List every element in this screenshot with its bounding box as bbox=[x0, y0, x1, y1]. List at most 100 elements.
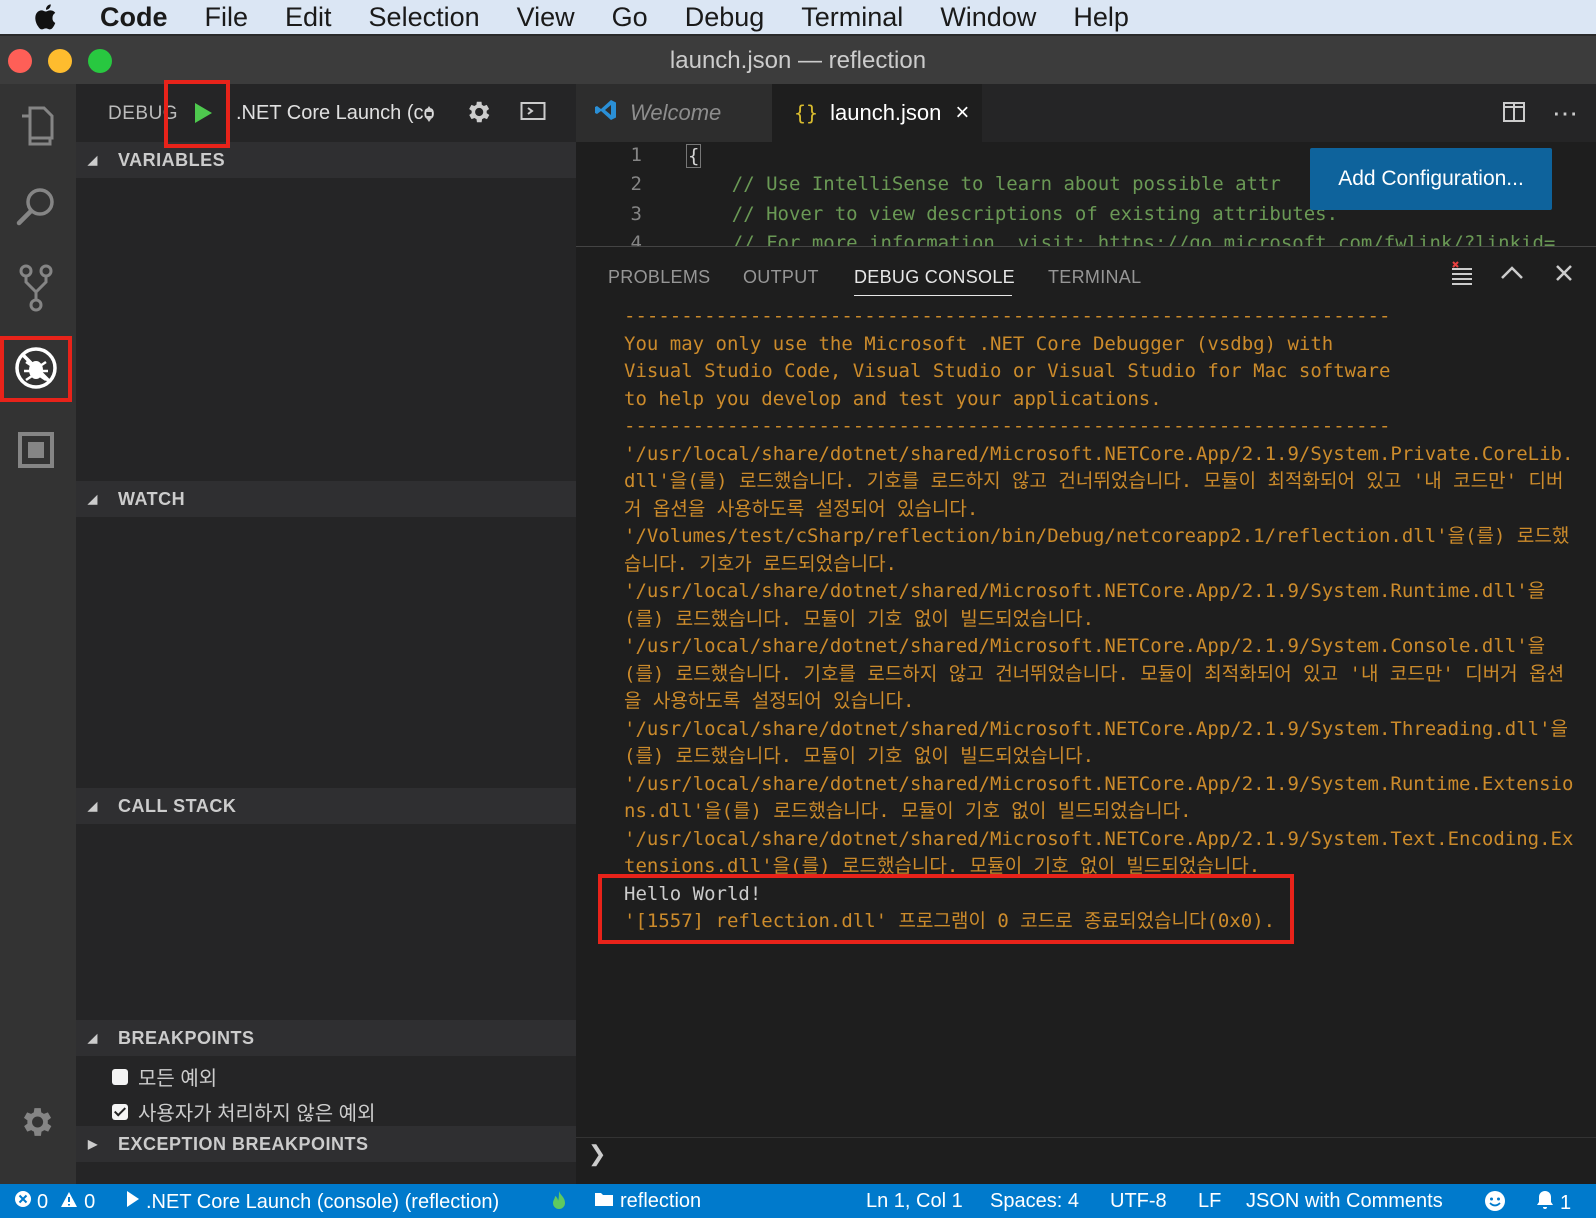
launch-config-label: .NET Core Launch (console) (reflection) bbox=[146, 1190, 500, 1213]
extensions-icon[interactable] bbox=[0, 418, 72, 482]
language-mode-status[interactable]: JSON with Comments bbox=[1246, 1190, 1443, 1213]
breakpoints-title: BREAKPOINTS bbox=[118, 1027, 255, 1048]
add-configuration-button[interactable]: Add Configuration... bbox=[1310, 148, 1552, 210]
debug-console-output[interactable]: ----------------------------------------… bbox=[624, 303, 1574, 936]
explorer-icon[interactable] bbox=[0, 94, 72, 158]
call-stack-title: CALL STACK bbox=[118, 795, 237, 816]
menu-help[interactable]: Help bbox=[1073, 2, 1129, 33]
breakpoint-all-exceptions[interactable]: 모든 예외 bbox=[112, 1062, 217, 1091]
folder-icon bbox=[594, 1190, 614, 1213]
problems-status[interactable]: 0 0 bbox=[14, 1190, 95, 1214]
more-actions-icon[interactable]: ⋯ bbox=[1552, 98, 1579, 129]
panel-tab-output[interactable]: OUTPUT bbox=[743, 267, 819, 288]
console-line: ----------------------------------------… bbox=[624, 415, 1391, 437]
flame-icon[interactable] bbox=[550, 1190, 568, 1212]
menu-go[interactable]: Go bbox=[612, 2, 648, 33]
folder-status[interactable]: reflection bbox=[594, 1190, 701, 1213]
breakpoint-uncaught-exceptions[interactable]: 사용자가 처리하지 않은 예외 bbox=[112, 1097, 375, 1126]
expanded-triangle-icon: ◢ bbox=[88, 1031, 98, 1045]
debug-toolbar: DEBUG .NET Core Launch (co bbox=[76, 84, 576, 142]
window-title: launch.json — reflection bbox=[669, 47, 927, 74]
panel-tab-problems[interactable]: PROBLEMS bbox=[608, 267, 710, 288]
error-count: 0 bbox=[37, 1190, 49, 1213]
source-control-icon[interactable] bbox=[0, 256, 72, 320]
bell-icon bbox=[1536, 1190, 1554, 1216]
activity-bar bbox=[0, 84, 76, 1184]
tab-label: Welcome bbox=[630, 100, 722, 125]
open-launch-json-button[interactable] bbox=[464, 98, 492, 131]
watch-section-header[interactable]: ◢ WATCH bbox=[76, 481, 576, 517]
warning-count: 0 bbox=[84, 1190, 96, 1213]
feedback-smiley-icon[interactable] bbox=[1484, 1190, 1506, 1212]
debug-icon[interactable] bbox=[0, 336, 72, 400]
encoding-status[interactable]: UTF-8 bbox=[1110, 1190, 1167, 1213]
menu-debug[interactable]: Debug bbox=[685, 2, 765, 33]
line-number: 2 bbox=[630, 173, 642, 195]
code-line: { bbox=[686, 144, 702, 168]
line-number: 4 bbox=[630, 232, 642, 246]
error-icon bbox=[14, 1190, 32, 1214]
tab-label: launch.json bbox=[830, 100, 942, 125]
tab-launch-json[interactable]: {} launch.json × bbox=[772, 84, 982, 142]
close-tab-icon[interactable]: × bbox=[955, 99, 969, 127]
menu-selection[interactable]: Selection bbox=[369, 2, 480, 33]
eol-status[interactable]: LF bbox=[1198, 1190, 1221, 1213]
manage-gear-icon[interactable] bbox=[0, 1090, 72, 1154]
line-number: 1 bbox=[630, 144, 642, 166]
launch-config-status[interactable]: .NET Core Launch (console) (reflection) bbox=[126, 1190, 499, 1214]
expanded-triangle-icon: ◢ bbox=[88, 799, 98, 813]
exception-breakpoints-section-header[interactable]: ▶ EXCEPTION BREAKPOINTS bbox=[76, 1126, 576, 1162]
clear-console-icon[interactable] bbox=[1450, 261, 1474, 292]
console-line: ----------------------------------------… bbox=[624, 305, 1391, 327]
tab-welcome[interactable]: Welcome bbox=[576, 84, 772, 142]
debug-sidebar: DEBUG .NET Core Launch (co ◢ VARIABLES ◢… bbox=[76, 84, 576, 1184]
indentation-status[interactable]: Spaces: 4 bbox=[990, 1190, 1079, 1213]
menu-view[interactable]: View bbox=[517, 2, 575, 33]
notification-count: 1 bbox=[1560, 1191, 1572, 1214]
code-line: // For more information, visit: https://… bbox=[686, 232, 1556, 246]
console-input-separator bbox=[576, 1137, 1596, 1138]
apple-icon[interactable] bbox=[30, 2, 78, 32]
console-line-hello-world: Hello World! bbox=[624, 882, 762, 905]
console-line: Visual Studio Code, Visual Studio or Vis… bbox=[624, 360, 1391, 382]
checkbox[interactable] bbox=[112, 1068, 128, 1085]
menu-edit[interactable]: Edit bbox=[285, 2, 332, 33]
close-panel-icon[interactable] bbox=[1554, 263, 1574, 288]
bottom-panel: PROBLEMS OUTPUT DEBUG CONSOLE TERMINAL -… bbox=[576, 246, 1596, 1184]
variables-section-header[interactable]: ◢ VARIABLES bbox=[76, 142, 576, 178]
collapsed-triangle-icon: ▶ bbox=[88, 1137, 98, 1151]
console-line: '/Volumes/test/cSharp/reflection/bin/Deb… bbox=[624, 525, 1570, 575]
search-icon[interactable] bbox=[0, 174, 72, 238]
folder-label: reflection bbox=[620, 1190, 702, 1212]
menu-terminal[interactable]: Terminal bbox=[801, 2, 903, 33]
console-line: '/usr/local/share/dotnet/shared/Microsof… bbox=[624, 772, 1574, 823]
mac-menu-bar: Code File Edit Selection View Go Debug T… bbox=[0, 0, 1596, 34]
debug-label: DEBUG bbox=[108, 103, 179, 124]
expanded-triangle-icon: ◢ bbox=[88, 492, 98, 506]
call-stack-section-header[interactable]: ◢ CALL STACK bbox=[76, 788, 576, 824]
code-line: // Hover to view descriptions of existin… bbox=[686, 203, 1339, 225]
notifications-status[interactable]: 1 bbox=[1536, 1190, 1571, 1216]
warning-icon bbox=[60, 1191, 78, 1214]
debug-console-toggle-icon[interactable] bbox=[520, 100, 546, 127]
maximize-panel-icon[interactable] bbox=[1500, 263, 1524, 288]
menu-app-code[interactable]: Code bbox=[100, 2, 168, 33]
console-line: '/usr/local/share/dotnet/shared/Microsof… bbox=[624, 442, 1574, 520]
menu-window[interactable]: Window bbox=[940, 2, 1036, 33]
vscode-logo-icon bbox=[594, 98, 618, 128]
editor-tab-bar: Welcome {} launch.json × ⋯ bbox=[576, 84, 1596, 142]
panel-tab-debug-console[interactable]: DEBUG CONSOLE bbox=[854, 267, 1015, 288]
checkbox-checked[interactable] bbox=[112, 1103, 128, 1120]
cursor-position[interactable]: Ln 1, Col 1 bbox=[866, 1190, 963, 1213]
panel-tab-terminal[interactable]: TERMINAL bbox=[1048, 267, 1141, 288]
code-line: // Use IntelliSense to learn about possi… bbox=[686, 173, 1281, 195]
split-editor-icon[interactable] bbox=[1502, 100, 1526, 129]
variables-title: VARIABLES bbox=[118, 149, 226, 170]
breakpoint-label: 사용자가 처리하지 않은 예외 bbox=[138, 1103, 376, 1125]
breakpoints-section-header[interactable]: ◢ BREAKPOINTS bbox=[76, 1020, 576, 1056]
console-line: to help you develop and test your applic… bbox=[624, 387, 1162, 410]
line-number: 3 bbox=[630, 203, 642, 225]
expanded-triangle-icon: ◢ bbox=[88, 153, 98, 167]
start-debugging-button[interactable] bbox=[186, 96, 220, 130]
menu-file[interactable]: File bbox=[205, 2, 249, 33]
